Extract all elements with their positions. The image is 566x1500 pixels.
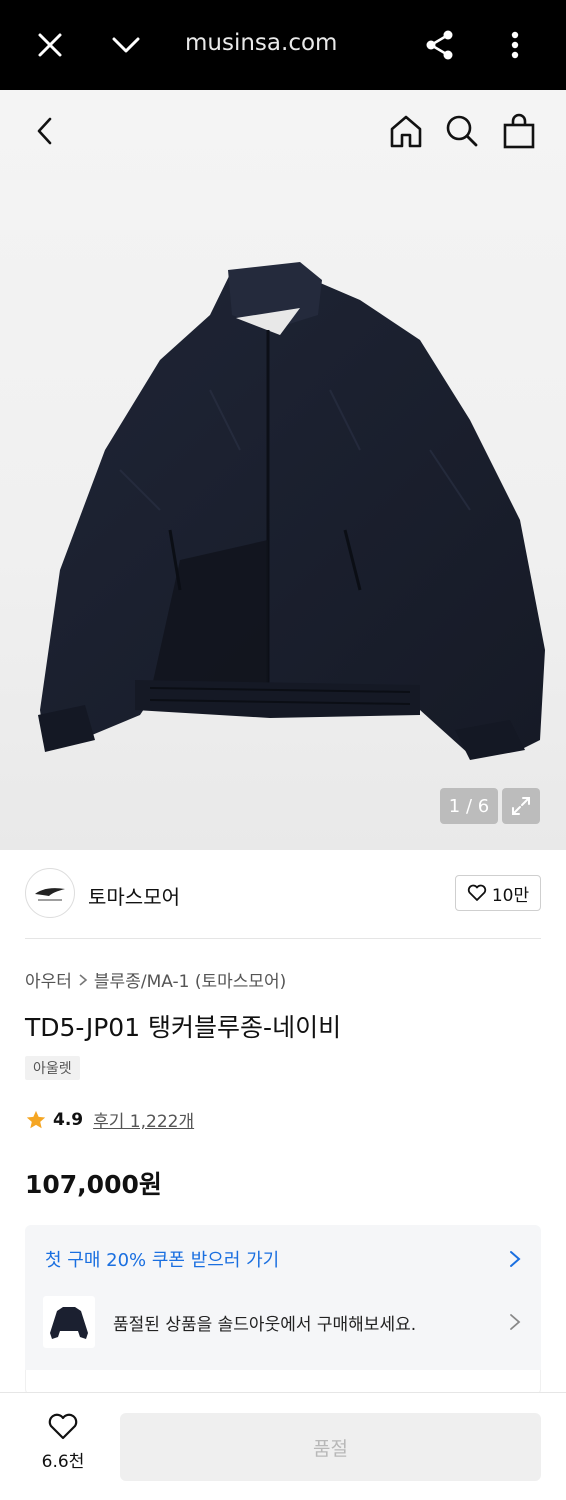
brand-logo[interactable] (25, 868, 75, 918)
brand-name[interactable]: 토마스모어 (88, 881, 180, 910)
image-counter: 1 / 6 (440, 788, 498, 824)
expand-icon[interactable] (502, 788, 540, 824)
star-icon (26, 1110, 46, 1128)
jacket-photo (38, 262, 545, 760)
rating-row: 4.9 후기 1,222개 (25, 1107, 194, 1132)
brand-like-count: 10만 (491, 885, 530, 906)
rating-score: 4.9 (53, 1109, 84, 1130)
product-title: TD5-JP01 탱커블루종-네이비 (25, 1013, 342, 1042)
soldout-button[interactable]: 품절 (120, 1413, 541, 1481)
breadcrumb: 아우터 블루종/MA-1 (토마스모어) (25, 967, 286, 992)
close-icon[interactable] (30, 25, 70, 65)
heart-icon (467, 884, 486, 901)
promo-box: 첫 구매 20% 쿠폰 받으러 가기 품절된 상품을 솔드아웃에서 구매해보세요… (25, 1225, 541, 1395)
soldout-banner[interactable]: 품절된 상품을 솔드아웃에서 구매해보세요. (43, 1295, 521, 1349)
outlet-tag: 아울렛 (25, 1056, 80, 1080)
chevron-right-icon (510, 1251, 521, 1267)
product-image-gallery[interactable]: 1 / 6 (0, 90, 566, 850)
divider (25, 938, 541, 939)
breadcrumb-parent[interactable]: 아우터 (25, 967, 72, 992)
bottom-action-bar: 6.6천 품절 (0, 1392, 566, 1500)
brand-row: 토마스모어 10만 (25, 868, 541, 920)
chevron-right-icon (510, 1314, 521, 1330)
coupon-banner[interactable]: 첫 구매 20% 쿠폰 받으러 가기 (45, 1245, 521, 1273)
soldout-thumbnail (43, 1296, 95, 1348)
chevron-down-icon[interactable] (106, 25, 146, 65)
review-link[interactable]: 후기 1,222개 (93, 1107, 194, 1132)
more-vertical-icon[interactable] (495, 25, 535, 65)
coupon-text: 첫 구매 20% 쿠폰 받으러 가기 (45, 1250, 280, 1271)
browser-toolbar: musinsa.com (0, 0, 566, 90)
wishlist-count: 6.6천 (41, 1452, 85, 1472)
share-icon[interactable] (420, 25, 460, 65)
soldout-text: 품절된 상품을 솔드아웃에서 구매해보세요. (113, 1314, 417, 1335)
heart-icon (48, 1413, 78, 1440)
wishlist-button[interactable]: 6.6천 (30, 1413, 96, 1479)
url-bar[interactable]: musinsa.com (185, 30, 337, 56)
product-price: 107,000원 (25, 1170, 162, 1199)
chevron-right-icon (79, 973, 88, 986)
brand-like-button[interactable]: 10만 (455, 875, 541, 911)
breadcrumb-child[interactable]: 블루종/MA-1 (토마스모어) (94, 967, 286, 992)
